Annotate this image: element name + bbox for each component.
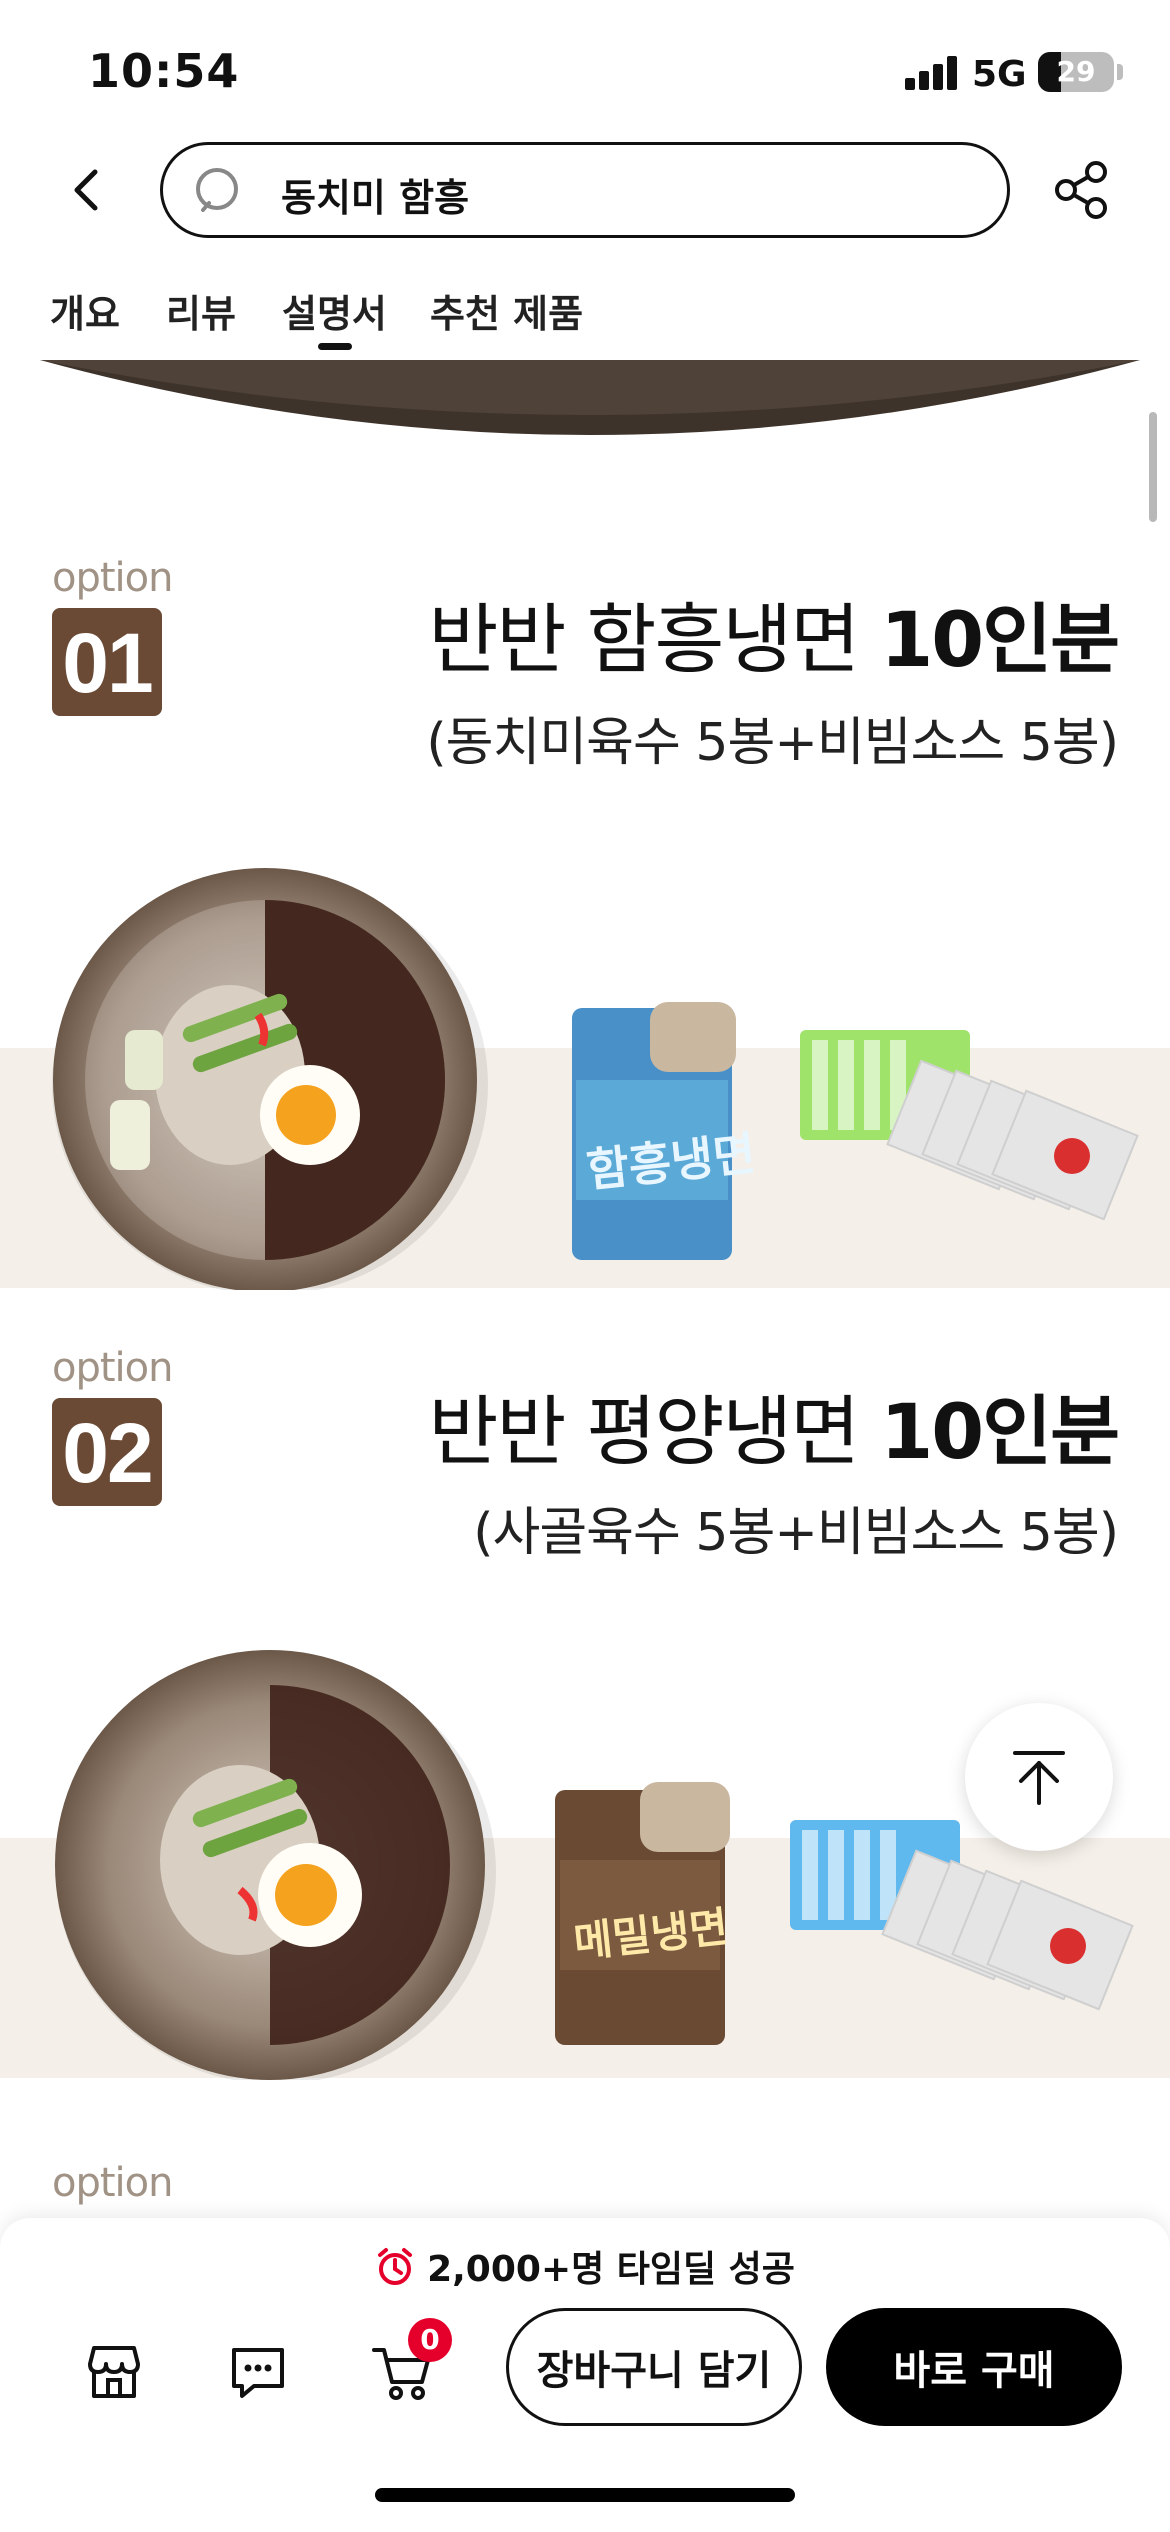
option-label: option: [52, 2160, 173, 2206]
option-subtitle: (동치미육수 5봉+비빔소스 5봉): [426, 713, 1119, 773]
option-number-badge: 01: [52, 608, 162, 716]
store-button[interactable]: [72, 2330, 156, 2414]
tab-description[interactable]: 설명서: [282, 283, 387, 338]
cart-button[interactable]: 0: [360, 2318, 452, 2414]
status-bar: 10:54 5G 29: [0, 0, 1170, 140]
scroll-to-top-button[interactable]: [965, 1703, 1113, 1851]
battery-level: 29: [1056, 55, 1096, 88]
cart-count-badge: 0: [408, 2318, 452, 2362]
store-icon: [88, 2346, 140, 2398]
share-icon: [1055, 161, 1107, 219]
timedeal-banner: 2,000+명 타임딜 성공: [0, 2240, 1170, 2292]
chevron-left-icon: [74, 169, 98, 211]
option-label: option: [52, 1345, 173, 1391]
timedeal-text: 2,000+명 타임딜 성공: [427, 2249, 795, 2290]
battery-icon: 29: [1038, 52, 1114, 92]
search-input[interactable]: 동치미 함흥: [160, 142, 1010, 238]
bottom-action-bar: 2,000+명 타임딜 성공 0 장바구니 담기 바로 구매: [0, 2218, 1170, 2532]
back-button[interactable]: [56, 160, 116, 220]
status-time: 10:54: [88, 44, 240, 98]
alarm-clock-icon: [378, 2248, 413, 2285]
option-number-badge: 02: [52, 1398, 162, 1506]
home-indicator[interactable]: [375, 2488, 795, 2502]
tab-reviews[interactable]: 리뷰: [166, 283, 236, 338]
search-icon: [196, 168, 238, 212]
header: 동치미 함흥: [0, 140, 1170, 250]
chat-button[interactable]: [216, 2330, 300, 2414]
chat-icon: [232, 2348, 284, 2398]
option-title: 반반 함흥냉면 10인분: [428, 595, 1120, 684]
share-button[interactable]: [1050, 158, 1114, 222]
arrow-up-icon: [1013, 1751, 1065, 1805]
active-tab-indicator: [318, 343, 352, 350]
signal-icon: [905, 56, 957, 90]
tab-overview[interactable]: 개요: [50, 283, 120, 338]
network-label: 5G: [972, 54, 1027, 95]
scrollbar[interactable]: [1149, 412, 1157, 522]
tab-bar: 개요 리뷰 설명서 추천 제품: [0, 275, 1170, 355]
option-label: option: [52, 555, 173, 601]
option-title: 반반 평양냉면 10인분: [428, 1387, 1120, 1476]
option-subtitle: (사골육수 5봉+비빔소스 5봉): [473, 1503, 1119, 1563]
bowl-rim-image: [40, 360, 1140, 435]
buy-now-button[interactable]: 바로 구매: [826, 2308, 1122, 2426]
product-image-hamheung: 함흥냉면: [52, 868, 1139, 1290]
tab-recommended[interactable]: 추천 제품: [430, 283, 583, 338]
add-to-cart-button[interactable]: 장바구니 담기: [506, 2308, 802, 2426]
product-description: option 01 반반 함흥냉면 10인분 (동치미육수 5봉+비빔소스 5봉…: [0, 360, 1170, 2220]
search-query: 동치미 함흥: [281, 176, 470, 220]
